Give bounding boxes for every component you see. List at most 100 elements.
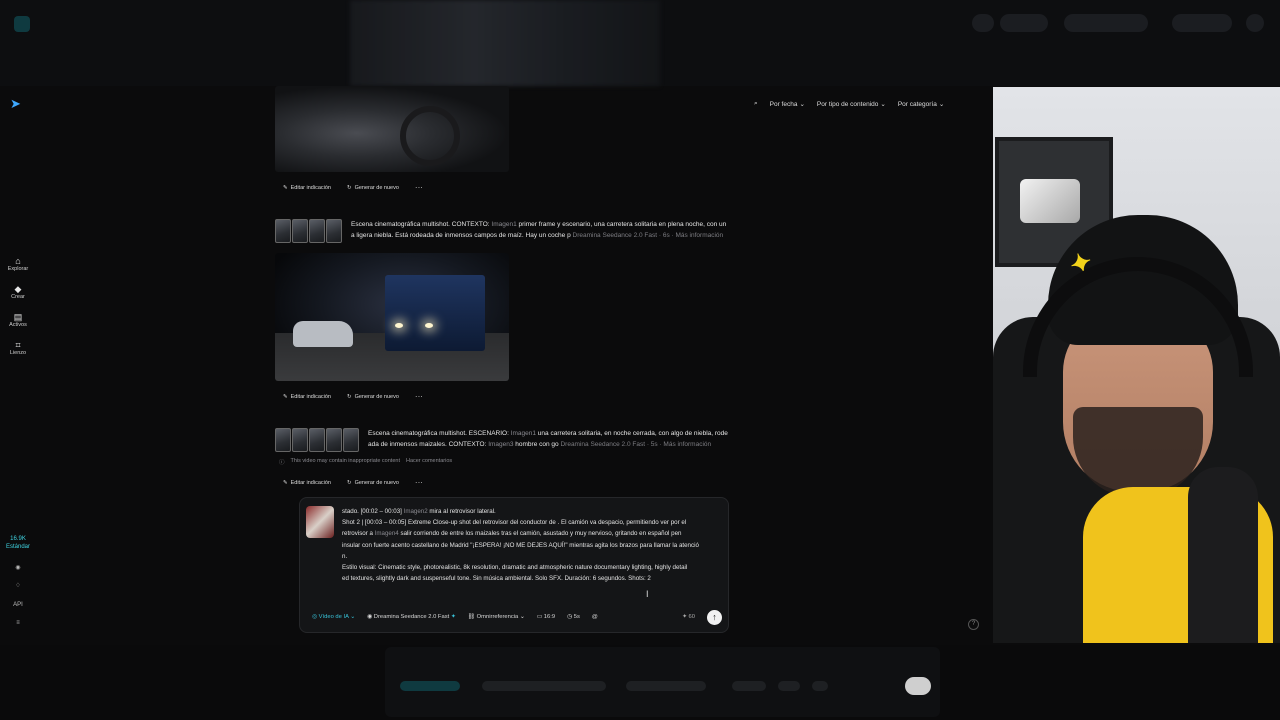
folder-icon: ▤ bbox=[13, 312, 23, 322]
model-label: Dreamina Seedance 2.0 Fast bbox=[373, 614, 450, 620]
send-button[interactable]: ↑ bbox=[707, 609, 722, 625]
api-link[interactable]: API bbox=[0, 602, 36, 608]
blurred-avatar[interactable] bbox=[1246, 14, 1264, 32]
app-logo[interactable] bbox=[14, 16, 30, 32]
sidebar-item-create[interactable]: ◆ Crear bbox=[0, 284, 36, 300]
warning-text: This video may contain inappropriate con… bbox=[290, 458, 400, 464]
sidebar-item-canvas[interactable]: ⌗ Lienzo bbox=[0, 340, 36, 356]
blurred-button[interactable] bbox=[400, 681, 460, 691]
avatar[interactable]: ◉ bbox=[0, 564, 36, 571]
canvas-icon: ⌗ bbox=[15, 340, 21, 350]
blurred-button[interactable] bbox=[482, 681, 606, 691]
refresh-icon: ↻ bbox=[346, 184, 352, 191]
prompt-segment: salir corriendo de entre los maizales tr… bbox=[398, 530, 682, 538]
button-label: Editar indicación bbox=[290, 393, 331, 400]
reference-select[interactable]: ⛓ Omnirreferencia ⌄ bbox=[468, 614, 525, 620]
menu-icon[interactable]: ≡ bbox=[0, 620, 36, 626]
more-button[interactable]: ··· bbox=[412, 390, 426, 403]
sidebar-item-label: Lienzo bbox=[9, 350, 27, 356]
mode-select[interactable]: ◎ Vídeo de IA ⌄ bbox=[312, 614, 355, 620]
sidebar-item-assets[interactable]: ▤ Activos bbox=[0, 312, 36, 328]
blurred-button[interactable] bbox=[626, 681, 706, 691]
help-icon[interactable]: ? bbox=[968, 619, 979, 630]
bottom-bar bbox=[0, 645, 1280, 720]
car-shape bbox=[293, 321, 353, 347]
edit-prompt-button[interactable]: ✎ Editar indicación bbox=[280, 392, 334, 402]
button-label: Generar de nuevo bbox=[354, 479, 399, 486]
edit-icon: ✎ bbox=[283, 184, 288, 191]
prompt-segment: Shot 2 | [00:03 – 00:05] Extreme Close-u… bbox=[342, 519, 687, 527]
blurred-send-button[interactable] bbox=[905, 677, 931, 695]
model-select[interactable]: ◉ Dreamina Seedance 2.0 Fast ✦ bbox=[367, 614, 456, 620]
blurred-button[interactable] bbox=[972, 14, 994, 32]
reference-image-stack[interactable] bbox=[306, 506, 334, 538]
blurred-button[interactable] bbox=[1064, 14, 1148, 32]
filter-label: Por fecha bbox=[769, 100, 798, 108]
duration-select[interactable]: ◷ 5s bbox=[567, 614, 580, 620]
sidebar-item-label: Activos bbox=[9, 322, 27, 328]
filter-label: Por tipo de contenido bbox=[816, 100, 879, 108]
regenerate-button[interactable]: ↻ Generar de nuevo bbox=[344, 183, 402, 193]
prompt-segment: primer frame y escenario, una carretera … bbox=[516, 221, 727, 228]
arrow-up-icon: ↑ bbox=[712, 612, 717, 622]
chevron-down-icon: ⌄ bbox=[880, 101, 886, 108]
reference-thumbnails[interactable] bbox=[275, 428, 359, 452]
filter-by-content-type[interactable]: Por tipo de contenido ⌄ bbox=[816, 100, 886, 109]
regenerate-button[interactable]: ↻ Generar de nuevo bbox=[344, 392, 402, 402]
edit-prompt-button[interactable]: ✎ Editar indicación bbox=[280, 478, 334, 488]
sidebar-item-explore[interactable]: ⌂ Explorar bbox=[0, 256, 36, 272]
blurred-button[interactable] bbox=[732, 681, 766, 691]
generation-meta: Dreamina Seedance 2.0 Fast · 6s · Más in… bbox=[572, 232, 724, 239]
plan-label[interactable]: Estándar bbox=[0, 544, 36, 550]
edit-icon: ✎ bbox=[283, 479, 288, 486]
prompt-segment: hombre con go bbox=[513, 441, 559, 448]
ratio-label: 16:9 bbox=[543, 614, 556, 620]
credits-value: 16.9K bbox=[10, 536, 26, 542]
image-tag: Imagen4 bbox=[374, 530, 399, 538]
microphone bbox=[1188, 467, 1258, 643]
prompt-text[interactable]: Escena cinematográfica multishot. CONTEX… bbox=[351, 219, 726, 241]
blurred-button[interactable] bbox=[778, 681, 800, 691]
credit-cost: ✦ 60 bbox=[682, 614, 695, 620]
bell-icon[interactable]: ♢ bbox=[0, 582, 36, 589]
video-icon: ◎ bbox=[312, 614, 319, 620]
video-thumbnail[interactable] bbox=[275, 86, 509, 172]
more-button[interactable]: ··· bbox=[412, 181, 426, 194]
mention-icon[interactable]: @ bbox=[592, 614, 598, 620]
headlight-shape bbox=[395, 323, 403, 328]
steering-wheel-shape bbox=[400, 106, 460, 166]
aspect-icon: ▭ bbox=[536, 614, 544, 620]
headlight-shape bbox=[425, 323, 433, 328]
prompt-segment: una carretera solitaria, en noche cerrad… bbox=[536, 430, 728, 437]
link-icon: ⛓ bbox=[467, 614, 477, 620]
duration-label: 5s bbox=[573, 614, 580, 620]
blurred-button[interactable] bbox=[1000, 14, 1048, 32]
edit-prompt-button[interactable]: ✎ Editar indicación bbox=[280, 183, 334, 193]
feedback-link[interactable]: Hacer comentarios bbox=[406, 458, 452, 466]
brand-icon[interactable]: ➤ bbox=[10, 96, 21, 112]
model-icon: ◉ bbox=[367, 614, 374, 620]
prompt-segment: n. bbox=[342, 552, 348, 560]
video-thumbnail[interactable] bbox=[275, 253, 509, 381]
prompt-segment: stado. [00:02 – 00:03] bbox=[342, 508, 404, 515]
image-tag: Imagen3 bbox=[488, 441, 514, 448]
prompt-text[interactable]: Escena cinematográfica multishot. ESCENA… bbox=[368, 428, 728, 450]
filter-by-date[interactable]: Por fecha ⌄ bbox=[769, 100, 805, 109]
blurred-button[interactable] bbox=[812, 681, 828, 691]
reference-thumbnails[interactable] bbox=[275, 219, 342, 243]
image-tag: Imagen1 bbox=[510, 430, 536, 437]
filter-by-category[interactable]: Por categoría ⌄ bbox=[898, 100, 944, 109]
blurred-button[interactable] bbox=[1172, 14, 1232, 32]
prompt-input[interactable]: stado. [00:02 – 00:03] Imagen2 mira al r… bbox=[342, 506, 724, 584]
prompt-row: Escena cinematográfica multishot. CONTEX… bbox=[275, 219, 755, 245]
top-bar bbox=[0, 0, 1280, 86]
more-button[interactable]: ··· bbox=[412, 476, 426, 489]
prompt-segment: Estilo visual: Cinematic style, photorea… bbox=[342, 564, 688, 572]
credit-value: 60 bbox=[688, 614, 695, 620]
sidebar: ➤ ⌂ Explorar ◆ Crear ▤ Activos ⌗ Lienzo … bbox=[0, 86, 36, 720]
search-icon[interactable]: ⌕ bbox=[754, 100, 758, 108]
regenerate-button[interactable]: ↻ Generar de nuevo bbox=[344, 478, 402, 488]
prompt-segment: insular con fuerte acento castellano de … bbox=[342, 541, 699, 549]
button-label: Generar de nuevo bbox=[354, 393, 399, 400]
ratio-select[interactable]: ▭ 16:9 bbox=[537, 614, 555, 620]
